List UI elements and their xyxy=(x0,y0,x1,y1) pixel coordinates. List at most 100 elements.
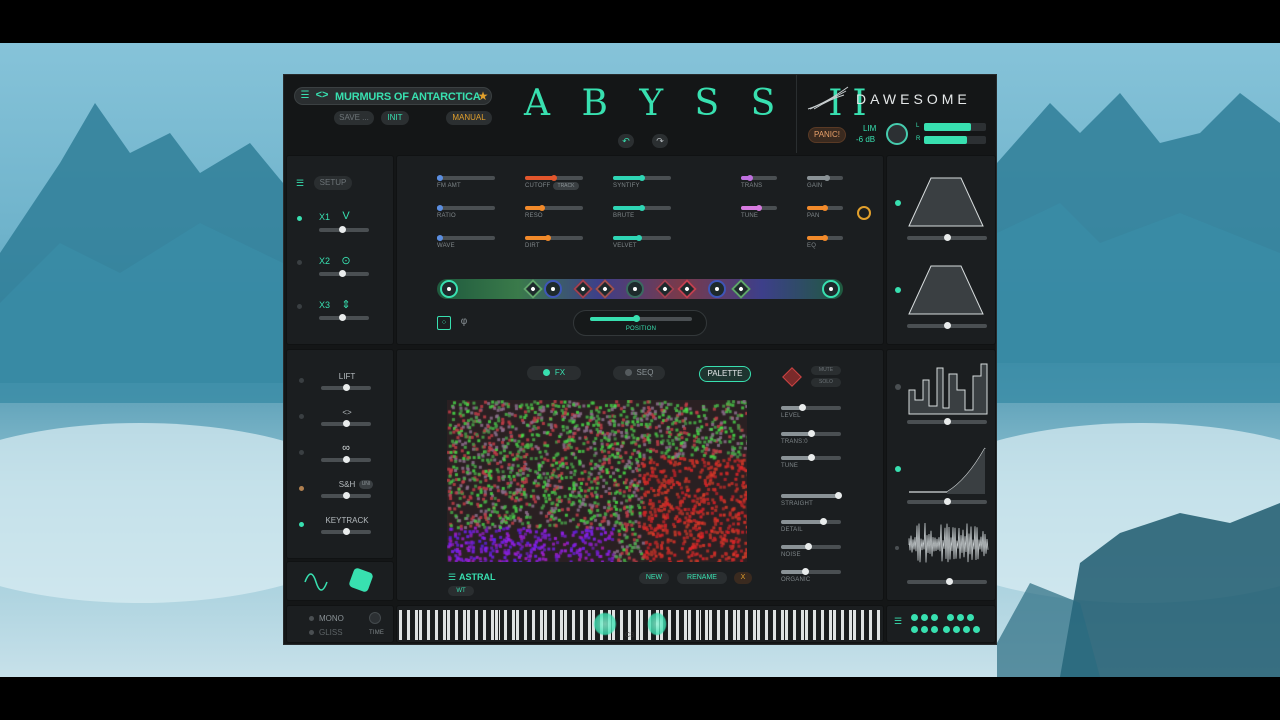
lfo3-dot[interactable] xyxy=(895,546,899,550)
layout-dot[interactable] xyxy=(943,626,950,633)
slider-organic[interactable] xyxy=(781,570,841,574)
waveform-icon[interactable] xyxy=(303,570,329,594)
slider-detail[interactable] xyxy=(781,520,841,524)
new-button[interactable]: NEW xyxy=(639,572,669,584)
param-slider-reso[interactable] xyxy=(525,206,583,210)
osc-x3-dot[interactable] xyxy=(297,304,302,309)
wavetable-name: ASTRAL xyxy=(459,572,496,582)
lfo2-dot[interactable] xyxy=(895,466,901,472)
limiter-knob[interactable] xyxy=(886,123,908,145)
slider-label: ORGANIC xyxy=(781,577,811,583)
step-sequence-graph[interactable] xyxy=(907,360,989,416)
morph-node-11[interactable] xyxy=(822,280,840,298)
v-shape-icon[interactable]: V xyxy=(339,210,353,222)
random-dice-icon[interactable] xyxy=(348,567,374,593)
layout-dot[interactable] xyxy=(931,614,938,621)
fx-diamond-icon[interactable] xyxy=(782,367,802,387)
layout-dot[interactable] xyxy=(963,626,970,633)
preset-bar[interactable]: ☰ <> MURMURS OF ANTARCTICA ★ xyxy=(294,87,492,105)
layout-dot[interactable] xyxy=(931,626,938,633)
wavetable-visualizer[interactable] xyxy=(447,400,747,562)
menu-icon[interactable]: ☰ xyxy=(299,90,311,101)
param-slider-dirt[interactable] xyxy=(525,236,583,240)
uni-badge[interactable]: UNI xyxy=(359,480,373,489)
link-icon[interactable]: φ xyxy=(457,316,471,327)
morph-node-3[interactable] xyxy=(544,280,562,298)
mod-4-dot[interactable] xyxy=(299,486,304,491)
wavetable-menu-icon[interactable]: ☰ xyxy=(447,572,457,583)
close-wavetable-button[interactable]: X xyxy=(734,572,752,584)
param-slider-wave[interactable] xyxy=(437,236,495,240)
solo-button[interactable]: SOLO xyxy=(811,378,841,387)
param-slider-fm-amt[interactable] xyxy=(437,176,495,180)
env2-active-dot[interactable] xyxy=(895,287,901,293)
param-label: EQ xyxy=(807,243,817,249)
track-badge[interactable]: TRACK xyxy=(553,182,579,190)
layout-dot[interactable] xyxy=(953,626,960,633)
morph-node-9[interactable] xyxy=(708,280,726,298)
seq-tab[interactable]: SEQ xyxy=(613,366,665,380)
brand-name: DAWESOME xyxy=(856,91,971,107)
setup-menu-icon[interactable]: ☰ xyxy=(295,178,305,189)
dice-icon[interactable]: ⁘ xyxy=(437,316,451,330)
param-label: RATIO xyxy=(437,213,456,219)
rename-button[interactable]: RENAME xyxy=(677,572,727,584)
fx-tab[interactable]: FX xyxy=(527,366,581,380)
meter-l xyxy=(924,123,986,131)
curve-graph[interactable] xyxy=(907,440,989,496)
envelope-2[interactable] xyxy=(907,258,987,318)
redo-icon[interactable]: ↷ xyxy=(652,134,668,148)
layout-dot[interactable] xyxy=(911,614,918,621)
fx-indicator-icon xyxy=(542,369,550,376)
time-knob[interactable] xyxy=(369,612,381,624)
morph-node-1[interactable] xyxy=(440,280,458,298)
panic-button[interactable]: PANIC! xyxy=(808,127,846,143)
gliss-dot[interactable] xyxy=(309,630,314,635)
param-slider-ratio[interactable] xyxy=(437,206,495,210)
slider-level[interactable] xyxy=(781,406,841,410)
chevrons-icon[interactable]: ⇕ xyxy=(339,298,353,311)
piano-keyboard[interactable] xyxy=(399,610,882,640)
setup-button[interactable]: SETUP xyxy=(314,176,352,190)
circle-dot-icon[interactable]: ⊙ xyxy=(339,254,353,267)
save-button[interactable]: SAVE ... xyxy=(334,111,374,125)
envelope-1[interactable] xyxy=(907,170,987,230)
meter-l-label: L xyxy=(916,123,920,129)
wt-badge[interactable]: WT xyxy=(448,586,474,596)
layout-dot[interactable] xyxy=(957,614,964,621)
mute-button[interactable]: MUTE xyxy=(811,366,841,375)
layout-dot[interactable] xyxy=(921,614,928,621)
mod-label: <> xyxy=(342,408,352,417)
mod-3-dot[interactable] xyxy=(299,450,304,455)
mod-5-dot[interactable] xyxy=(299,522,304,527)
osc-x2-dot[interactable] xyxy=(297,260,302,265)
held-key-1 xyxy=(593,612,617,636)
param-label: GAIN xyxy=(807,183,823,189)
init-button[interactable]: INIT xyxy=(381,111,409,125)
position-control[interactable]: POSITION xyxy=(573,310,707,336)
layout-menu-icon[interactable]: ☰ xyxy=(893,616,903,627)
osc-x1-dot[interactable] xyxy=(297,216,302,221)
mod-2-dot[interactable] xyxy=(299,414,304,419)
param-label: WAVE xyxy=(437,243,455,249)
lfo1-dot[interactable] xyxy=(895,384,901,390)
layout-dot[interactable] xyxy=(947,614,954,621)
manual-button[interactable]: MANUAL xyxy=(446,111,492,125)
rings-icon[interactable]: ∞ xyxy=(339,442,353,454)
env1-active-dot[interactable] xyxy=(895,200,901,206)
morph-node-6[interactable] xyxy=(626,280,644,298)
layout-dot[interactable] xyxy=(973,626,980,633)
orange-ring-icon[interactable] xyxy=(857,206,871,220)
layout-dot[interactable] xyxy=(921,626,928,633)
mod-1-dot[interactable] xyxy=(299,378,304,383)
code-brackets-icon[interactable]: <> xyxy=(312,89,332,101)
layout-dot[interactable] xyxy=(911,626,918,633)
layout-dot[interactable] xyxy=(967,614,974,621)
slider-straight[interactable] xyxy=(781,494,841,498)
param-label: TRANS xyxy=(741,183,763,189)
mono-dot[interactable] xyxy=(309,616,314,621)
palette-button[interactable]: PALETTE xyxy=(699,366,751,382)
favorite-star-icon[interactable]: ★ xyxy=(476,89,490,103)
noise-graph[interactable] xyxy=(907,522,989,568)
undo-icon[interactable]: ↶ xyxy=(618,134,634,148)
